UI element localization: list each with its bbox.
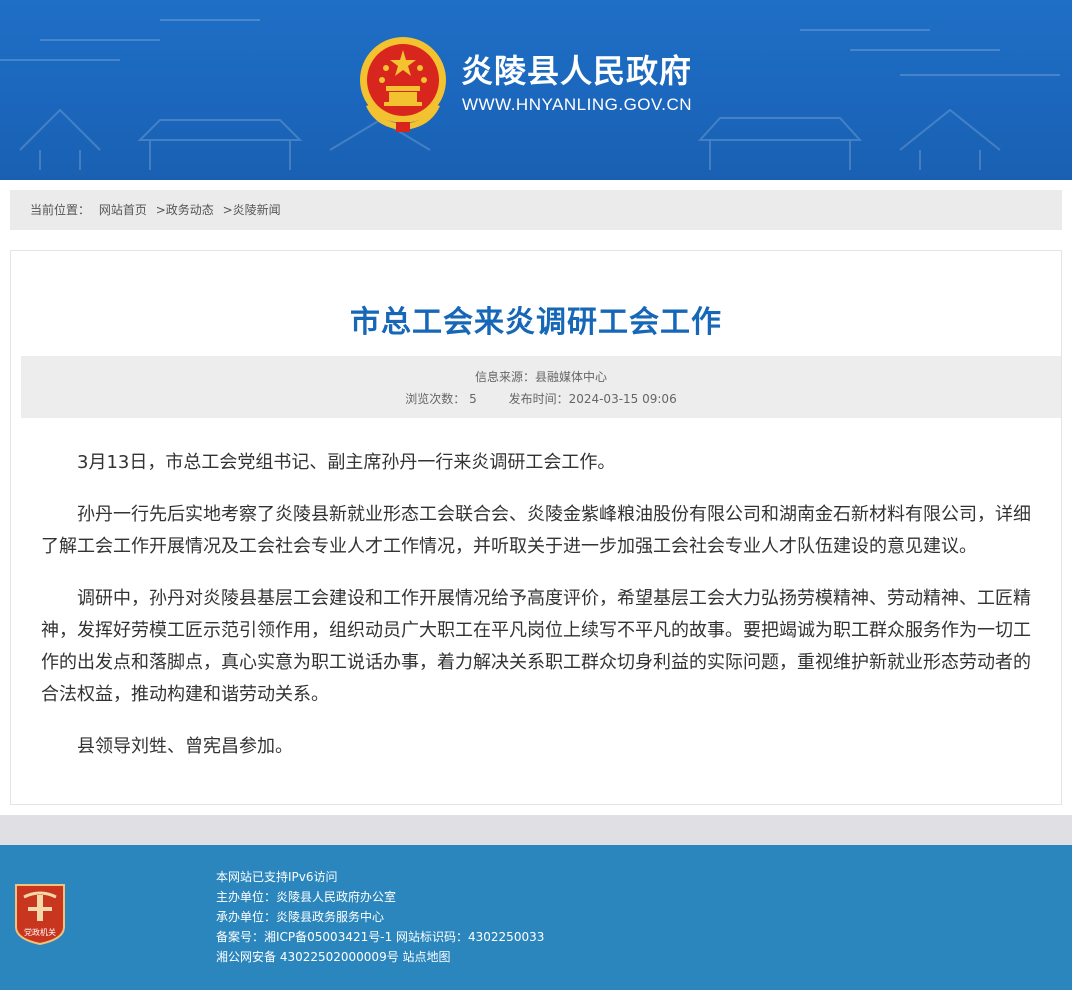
footer-sitemap-link[interactable]: 站点地图	[403, 950, 451, 964]
article-meta: 信息来源：县融媒体中心 浏览次数： 5 发布时间：2024-03-15 09:0…	[21, 356, 1061, 418]
footer-divider-band	[0, 815, 1072, 845]
site-header: 炎陵县人民政府 WWW.HNYANLING.GOV.CN	[0, 0, 1072, 180]
footer-police-row: 湘公网安备 43022502000009号 站点地图	[216, 947, 544, 967]
article-body: 3月13日，市总工会党组书记、副主席孙丹一行来炎调研工会工作。 孙丹一行先后实地…	[41, 447, 1041, 783]
breadcrumb-news-link[interactable]: >炎陵新闻	[223, 203, 281, 217]
article-paragraph: 调研中，孙丹对炎陵县基层工会建设和工作开展情况给予高度评价，希望基层工会大力弘扬…	[41, 588, 1031, 705]
badge-label: 党政机关	[24, 927, 56, 937]
footer-police: 湘公网安备 43022502000009号	[216, 950, 399, 964]
article-publish-time: 发布时间：2024-03-15 09:06	[508, 392, 677, 406]
site-url: WWW.HNYANLING.GOV.CN	[462, 95, 693, 114]
article-meta-row: 浏览次数： 5 发布时间：2024-03-15 09:06	[21, 390, 1061, 407]
site-footer: 党政机关 本网站已支持IPv6访问 主办单位：炎陵县人民政府办公室 承办单位：炎…	[0, 845, 1072, 990]
article-paragraph: 3月13日，市总工会党组书记、副主席孙丹一行来炎调研工会工作。	[77, 452, 616, 473]
national-emblem-icon	[360, 37, 446, 132]
article-paragraph: 孙丹一行先后实地考察了炎陵县新就业形态工会联合会、炎陵金紫峰粮油股份有限公司和湖…	[41, 504, 1031, 557]
article-paragraph: 县领导刘甡、曾宪昌参加。	[77, 736, 293, 757]
footer-ipv6: 本网站已支持IPv6访问	[216, 870, 338, 884]
article-source: 信息来源：县融媒体中心	[474, 370, 607, 384]
article-views: 浏览次数： 5	[405, 392, 477, 406]
breadcrumb-home-link[interactable]: 网站首页	[99, 203, 147, 217]
footer-icp: 备案号：湘ICP备05003421号-1 网站标识码：4302250033	[216, 930, 545, 944]
article-title: 市总工会来炎调研工会工作	[350, 305, 722, 340]
breadcrumb-politics-link[interactable]: >政务动态	[156, 203, 214, 217]
breadcrumb-prefix: 当前位置：	[30, 203, 91, 217]
footer-organizer: 承办单位：炎陵县政务服务中心	[216, 910, 385, 924]
footer-host: 主办单位：炎陵县人民政府办公室	[216, 890, 397, 904]
footer-info: 本网站已支持IPv6访问 主办单位：炎陵县人民政府办公室 承办单位：炎陵县政务服…	[216, 867, 544, 967]
breadcrumb: 当前位置： 网站首页 >政务动态 >炎陵新闻	[10, 190, 1062, 230]
article-container: 市总工会来炎调研工会工作 信息来源：县融媒体中心 浏览次数： 5 发布时间：20…	[10, 250, 1062, 805]
party-organ-badge-icon[interactable]: 党政机关	[14, 883, 66, 945]
site-title: 炎陵县人民政府	[461, 52, 693, 90]
